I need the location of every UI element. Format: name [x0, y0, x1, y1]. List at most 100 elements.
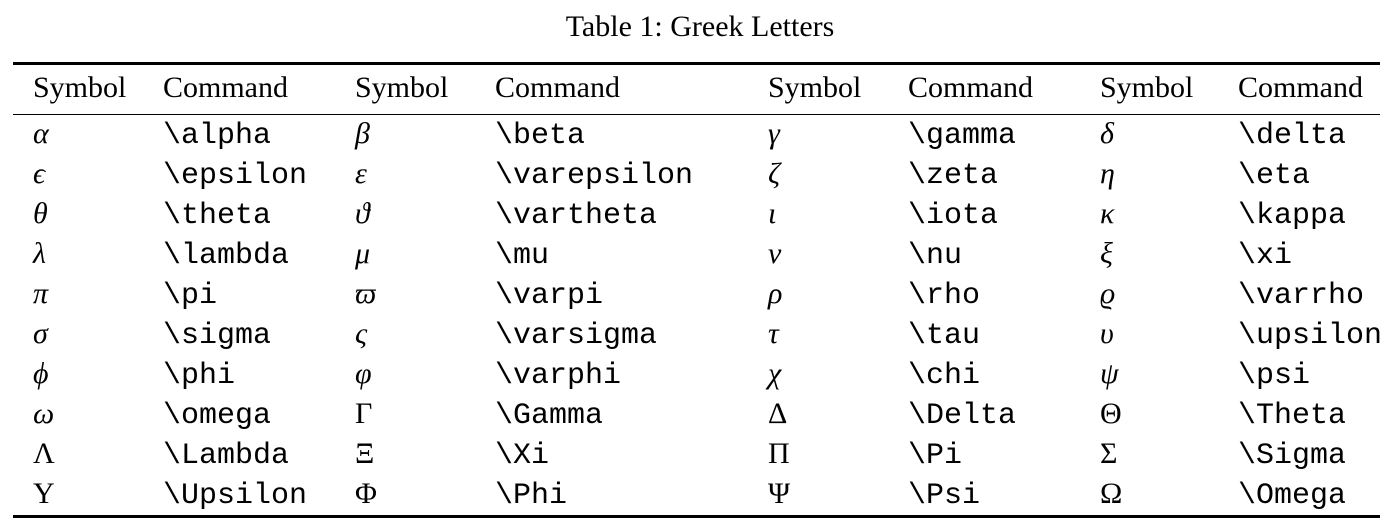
- greek-symbol-cell-2: φ: [355, 357, 372, 390]
- table-row: α \alpha β \beta γ \gamma δ \delta: [13, 115, 1380, 155]
- column-header-command-3: Command: [908, 71, 1033, 104]
- table-row: π \pi ϖ \varpi ρ \rho ϱ \varrho: [13, 275, 1380, 315]
- greek-symbol-cell-3: ζ: [768, 157, 781, 190]
- latex-command-cell-2: \Phi: [495, 479, 568, 513]
- column-header-command-4: Command: [1238, 71, 1363, 104]
- document-page: Table 1: Greek Letters Symbol Command Sy…: [0, 0, 1400, 519]
- greek-symbol-cell-4: ϱ: [1100, 277, 1116, 310]
- latex-command-cell-2: \mu: [495, 239, 550, 273]
- greek-symbol-cell-2: μ: [355, 237, 371, 270]
- latex-command-cell-2: \Gamma: [495, 399, 604, 433]
- table-row: ϵ \epsilon ε \varepsilon ζ \zeta η \eta: [13, 155, 1380, 195]
- latex-command-cell-3: \nu: [908, 239, 963, 273]
- greek-symbol-cell-4: ψ: [1100, 357, 1119, 390]
- greek-symbol-cell-4: ξ: [1100, 237, 1113, 270]
- greek-symbol-cell-2: Ξ: [355, 437, 375, 470]
- greek-symbol-cell-1: λ: [33, 237, 46, 270]
- greek-symbol-cell-1: α: [33, 117, 49, 150]
- latex-command-cell-1: \epsilon: [163, 159, 308, 193]
- latex-command-cell-3: \iota: [908, 199, 999, 233]
- latex-command-cell-4: \eta: [1238, 159, 1311, 193]
- greek-symbol-cell-4: Θ: [1100, 397, 1122, 430]
- latex-command-cell-3: \rho: [908, 279, 981, 313]
- column-header-symbol-3: Symbol: [768, 71, 862, 104]
- latex-command-cell-3: \Psi: [908, 479, 981, 513]
- greek-symbol-cell-1: σ: [33, 317, 48, 350]
- greek-symbol-cell-3: Π: [768, 437, 790, 470]
- latex-command-cell-2: \varsigma: [495, 319, 658, 353]
- latex-command-cell-4: \psi: [1238, 359, 1311, 393]
- greek-symbol-cell-3: ν: [768, 237, 782, 270]
- greek-symbol-cell-3: τ: [768, 317, 779, 350]
- latex-command-cell-4: \Omega: [1238, 479, 1347, 513]
- latex-command-cell-2: \Xi: [495, 439, 550, 473]
- column-header-symbol-4: Symbol: [1100, 71, 1194, 104]
- latex-command-cell-2: \varphi: [495, 359, 622, 393]
- greek-symbol-cell-3: γ: [768, 117, 780, 150]
- latex-command-cell-1: \pi: [163, 279, 218, 313]
- greek-symbol-cell-3: ι: [768, 197, 777, 230]
- table-row: Υ \Upsilon Φ \Phi Ψ \Psi Ω \Omega: [13, 475, 1380, 517]
- greek-symbol-cell-3: Δ: [768, 397, 788, 430]
- table-row: σ \sigma ς \varsigma τ \tau υ \upsilon: [13, 315, 1383, 355]
- greek-symbol-cell-3: χ: [768, 357, 782, 390]
- greek-symbol-cell-2: Γ: [355, 397, 373, 430]
- latex-command-cell-1: \sigma: [163, 319, 272, 353]
- table-foot: [13, 515, 1380, 519]
- greek-symbol-cell-2: Φ: [355, 477, 377, 510]
- latex-command-cell-4: \varrho: [1238, 279, 1365, 313]
- latex-command-cell-1: \phi: [163, 359, 236, 393]
- latex-command-cell-1: \theta: [163, 199, 272, 233]
- table-row: Λ \Lambda Ξ \Xi Π \Pi Σ \Sigma: [13, 435, 1380, 475]
- table-body: α \alpha β \beta γ \gamma δ \delta ϵ \epsilon ε \va…: [13, 115, 1383, 517]
- greek-symbol-cell-1: Λ: [33, 437, 55, 470]
- table-bottom-rule-row: [13, 515, 1380, 519]
- table-bottom-rule: [13, 515, 1380, 519]
- latex-command-cell-4: \xi: [1238, 239, 1293, 273]
- latex-command-cell-4: \Sigma: [1238, 439, 1347, 473]
- latex-command-cell-4: \kappa: [1238, 199, 1347, 233]
- greek-symbol-cell-2: ϑ: [355, 197, 370, 230]
- table-row: ω \omega Γ \Gamma Δ \Delta Θ \Theta: [13, 395, 1380, 435]
- greek-symbol-cell-1: π: [33, 277, 49, 310]
- latex-command-cell-4: \upsilon: [1238, 319, 1383, 353]
- table-header-row: Symbol Command Symbol Command Symbol Com…: [13, 65, 1380, 115]
- greek-symbol-cell-1: ϵ: [33, 157, 46, 190]
- latex-command-cell-4: \Theta: [1238, 399, 1347, 433]
- greek-symbol-cell-3: Ψ: [768, 477, 791, 510]
- greek-symbol-cell-4: υ: [1100, 317, 1114, 350]
- latex-command-cell-3: \chi: [908, 359, 981, 393]
- greek-symbol-cell-2: ε: [355, 157, 367, 190]
- greek-symbol-cell-4: Σ: [1100, 437, 1118, 470]
- greek-symbol-cell-3: ρ: [768, 277, 783, 310]
- greek-symbol-cell-4: κ: [1100, 197, 1115, 230]
- latex-command-cell-1: \Lambda: [163, 439, 290, 473]
- table-row: λ \lambda μ \mu ν \nu ξ \xi: [13, 235, 1380, 275]
- latex-command-cell-1: \alpha: [163, 119, 272, 153]
- greek-letters-table: Symbol Command Symbol Command Symbol Com…: [13, 62, 1383, 519]
- table-row: ϕ \phi φ \varphi χ \chi ψ \psi: [13, 355, 1380, 395]
- greek-symbol-cell-1: Υ: [33, 477, 55, 510]
- greek-letters-table-container: Symbol Command Symbol Command Symbol Com…: [13, 62, 1383, 519]
- greek-symbol-cell-2: ϖ: [355, 277, 377, 310]
- column-header-command-1: Command: [163, 71, 288, 104]
- greek-symbol-cell-4: δ: [1100, 117, 1114, 150]
- latex-command-cell-2: \varepsilon: [495, 159, 694, 193]
- latex-command-cell-3: \tau: [908, 319, 981, 353]
- latex-command-cell-1: \omega: [163, 399, 272, 433]
- greek-symbol-cell-4: η: [1100, 157, 1115, 190]
- greek-symbol-cell-1: θ: [33, 197, 48, 230]
- greek-symbol-cell-1: ϕ: [33, 357, 49, 390]
- latex-command-cell-4: \delta: [1238, 119, 1347, 153]
- latex-command-cell-3: \zeta: [908, 159, 999, 193]
- column-header-symbol-1: Symbol: [33, 71, 127, 104]
- table-row: θ \theta ϑ \vartheta ι \iota κ \kappa: [13, 195, 1380, 235]
- table-head: Symbol Command Symbol Command Symbol Com…: [13, 62, 1380, 115]
- latex-command-cell-2: \varpi: [495, 279, 604, 313]
- latex-command-cell-1: \lambda: [163, 239, 290, 273]
- latex-command-cell-3: \gamma: [908, 119, 1017, 153]
- latex-command-cell-1: \Upsilon: [163, 479, 308, 513]
- latex-command-cell-3: \Delta: [908, 399, 1017, 433]
- table-caption: Table 1: Greek Letters: [565, 10, 835, 43]
- latex-command-cell-2: \vartheta: [495, 199, 658, 233]
